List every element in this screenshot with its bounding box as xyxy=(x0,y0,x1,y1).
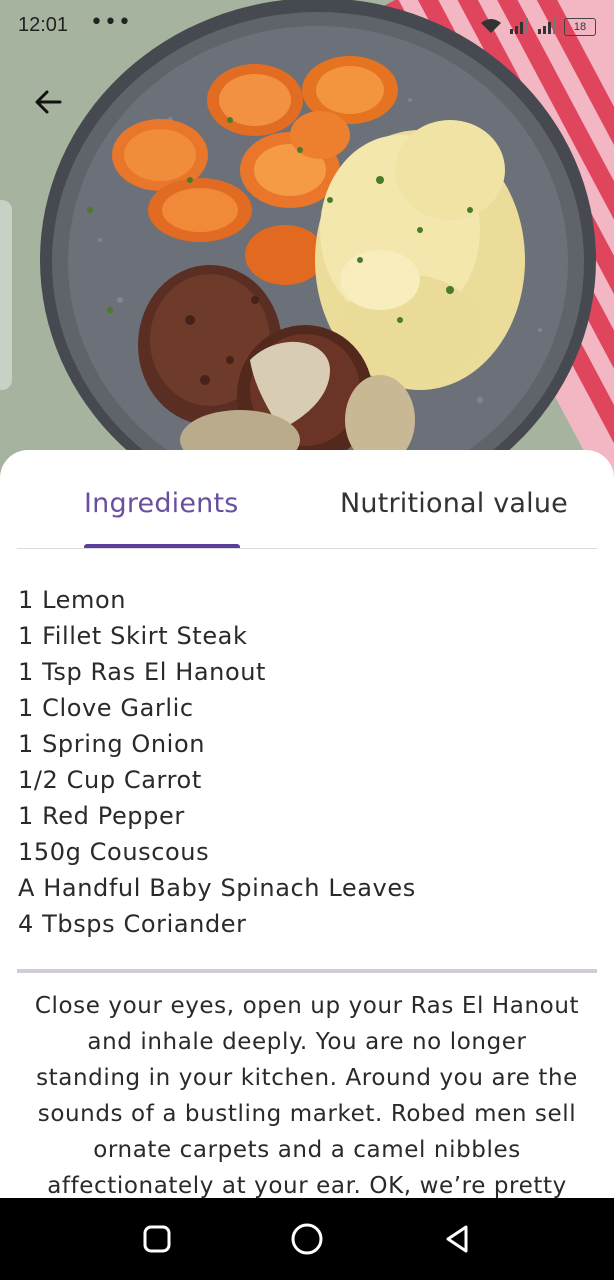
wifi-icon xyxy=(481,19,501,33)
tab-nutritional-value[interactable]: Nutritional value xyxy=(340,488,568,519)
system-navigation-bar xyxy=(0,1198,614,1280)
home-button[interactable] xyxy=(286,1218,328,1260)
nav-back-button[interactable] xyxy=(436,1218,478,1260)
list-item: 1 Clove Garlic xyxy=(18,694,194,722)
list-item: 1 Lemon xyxy=(18,586,127,614)
arrow-back-icon xyxy=(35,90,62,114)
tab-ingredients[interactable]: Ingredients xyxy=(84,488,239,519)
description-line: standing in your kitchen. Around you are… xyxy=(36,1065,578,1091)
list-item: 1/2 Cup Carrot xyxy=(18,766,202,794)
status-bar: 12:01 ••• 18 xyxy=(0,0,614,56)
description-line: and inhale deeply. You are no longer xyxy=(87,1029,527,1055)
active-tab-indicator xyxy=(84,544,240,548)
signal-icon-2 xyxy=(538,18,556,34)
description-line: affectionately at your ear. OK, we’re pr… xyxy=(47,1173,567,1198)
recents-button[interactable] xyxy=(136,1218,178,1260)
back-triangle-icon xyxy=(446,1225,468,1253)
recipe-details-sheet: Ingredients Nutritional value 1 Lemon 1 … xyxy=(0,450,614,1198)
list-item: 4 Tbsps Coriander xyxy=(18,910,247,938)
more-notifications-icon: ••• xyxy=(90,10,132,35)
list-item: 1 Red Pepper xyxy=(18,802,185,830)
list-item: 150g Couscous xyxy=(18,838,210,866)
status-icons xyxy=(480,14,558,38)
tab-bar: Ingredients Nutritional value xyxy=(17,450,597,549)
recents-square-icon xyxy=(143,1225,171,1253)
section-divider xyxy=(17,969,597,973)
status-time: 12:01 xyxy=(18,14,69,36)
list-item: 1 Tsp Ras El Hanout xyxy=(18,658,267,686)
list-item: 1 Fillet Skirt Steak xyxy=(18,622,248,650)
description-line: Close your eyes, open up your Ras El Han… xyxy=(34,993,580,1019)
list-item: A Handful Baby Spinach Leaves xyxy=(18,874,416,902)
list-item: 1 Spring Onion xyxy=(18,730,206,758)
description-line: ornate carpets and a camel nibbles xyxy=(93,1137,521,1163)
signal-icon xyxy=(510,18,528,34)
recipe-hero-image xyxy=(0,0,614,480)
home-circle-icon xyxy=(291,1223,323,1255)
recipe-description: Close your eyes, open up your Ras El Han… xyxy=(18,988,596,1198)
back-button[interactable] xyxy=(24,80,72,124)
ingredients-list: 1 Lemon 1 Fillet Skirt Steak 1 Tsp Ras E… xyxy=(18,582,416,942)
description-line: sounds of a bustling market. Robed men s… xyxy=(37,1101,577,1127)
battery-icon: 18 xyxy=(564,18,596,36)
